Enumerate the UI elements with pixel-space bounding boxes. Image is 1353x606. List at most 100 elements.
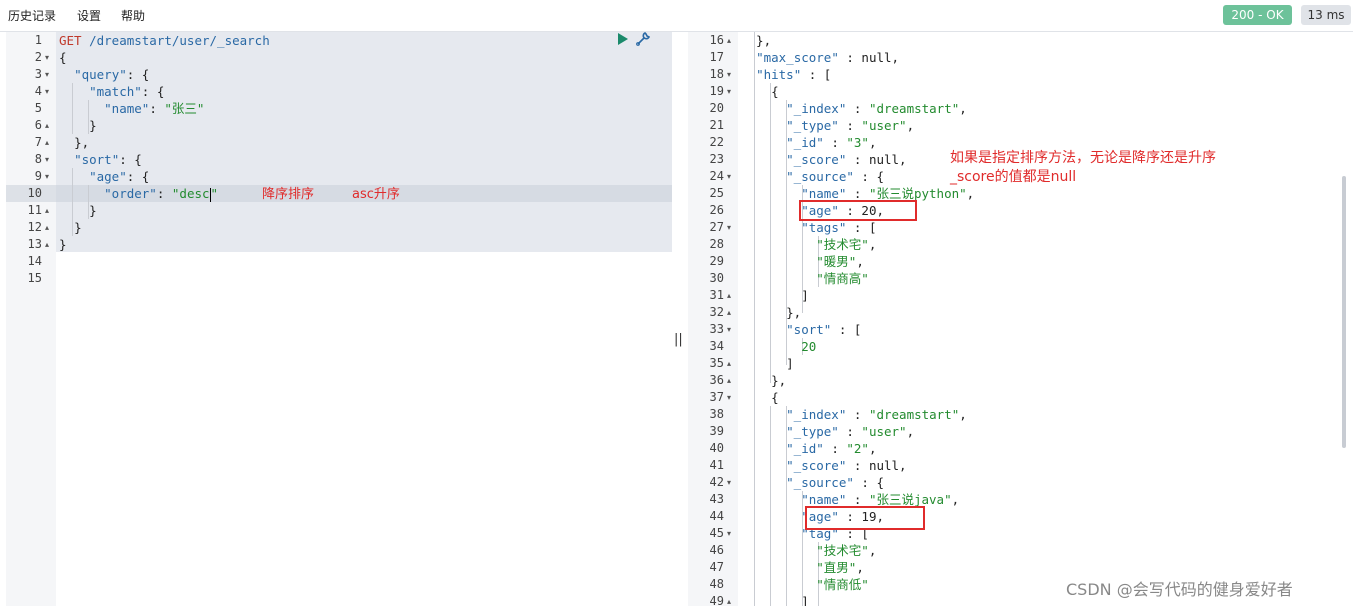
play-icon[interactable]: [617, 32, 629, 46]
line-number: 37: [709, 390, 724, 404]
fold-toggle-icon[interactable]: ▾: [45, 83, 55, 100]
request-line-13: }: [59, 236, 67, 253]
request-selection: [56, 32, 672, 252]
fold-toggle-icon[interactable]: ▴: [45, 219, 55, 236]
fold-toggle-icon: [727, 185, 737, 202]
fold-toggle-icon[interactable]: ▾: [45, 66, 55, 83]
status-badge: 200 - OK: [1223, 5, 1292, 25]
response-line: {: [741, 390, 779, 405]
fold-toggle-icon[interactable]: ▴: [727, 287, 737, 304]
line-number: 23: [709, 152, 724, 166]
line-number: 47: [709, 560, 724, 574]
asc-annotation: asc升序: [352, 187, 400, 202]
fold-toggle-icon: [727, 100, 737, 117]
close-comma: },: [74, 135, 90, 150]
fold-toggle-icon[interactable]: ▾: [727, 83, 737, 100]
line-number: 27: [709, 220, 724, 234]
line-number: 40: [709, 441, 724, 455]
fold-toggle-icon[interactable]: ▾: [727, 474, 737, 491]
fold-toggle-icon: [727, 134, 737, 151]
line-number: 43: [709, 492, 724, 506]
line-number: 1: [34, 33, 42, 47]
colon: :: [156, 186, 172, 201]
fold-toggle-icon[interactable]: ▴: [45, 236, 55, 253]
response-line: "技术宅",: [816, 543, 877, 558]
fold-toggle-icon[interactable]: ▾: [45, 49, 55, 66]
fold-toggle-icon[interactable]: ▾: [727, 66, 737, 83]
fold-toggle-icon: [45, 100, 55, 117]
menu-settings[interactable]: 设置: [77, 7, 101, 24]
response-scrollbar[interactable]: [1342, 176, 1346, 448]
fold-toggle-icon[interactable]: ▴: [727, 372, 737, 389]
response-line: },: [741, 33, 772, 48]
fold-toggle-icon[interactable]: ▴: [727, 304, 737, 321]
response-line: 20: [801, 339, 817, 354]
request-line-8: "sort": {: [59, 151, 142, 168]
line-number: 14: [27, 254, 42, 268]
line-number: 24: [709, 169, 724, 183]
line-number: 11: [27, 203, 42, 217]
request-gutter: 1 2 ▾ 3 ▾ 4 ▾ 5 6 ▴ 7 ▴ 8 ▾ 9 ▾ 10 11 ▴ 12 ▴ 13 ▴ 14 15: [6, 32, 56, 606]
fold-toggle-icon: [727, 117, 737, 134]
fold-toggle-icon: [727, 202, 737, 219]
wrench-icon[interactable]: [635, 31, 651, 47]
line-number: 44: [709, 509, 724, 523]
response-line: "_type" : "user",: [786, 424, 915, 439]
close: }: [74, 220, 82, 235]
fold-toggle-icon[interactable]: ▴: [727, 32, 737, 49]
pane-resize-handle[interactable]: ||: [674, 332, 684, 347]
fold-toggle-icon: [45, 253, 55, 270]
line-number: 45: [709, 526, 724, 540]
sort-key: "sort": [74, 152, 120, 167]
line-number: 31: [709, 288, 724, 302]
colon-brace: : {: [126, 67, 150, 82]
menu-history[interactable]: 历史记录: [8, 7, 56, 24]
line-number: 15: [27, 271, 42, 285]
response-line: ]: [741, 594, 809, 606]
fold-toggle-icon[interactable]: ▴: [45, 117, 55, 134]
request-code-area[interactable]: GET /dreamstart/user/_search { "query": …: [56, 32, 672, 606]
request-line-9: "age": {: [59, 168, 149, 185]
response-line: {: [741, 84, 779, 99]
line-number: 36: [709, 373, 724, 387]
fold-toggle-icon[interactable]: ▾: [727, 389, 737, 406]
fold-toggle-icon[interactable]: ▾: [45, 151, 55, 168]
line-number: 41: [709, 458, 724, 472]
fold-toggle-icon: [727, 406, 737, 423]
response-line: ]: [741, 356, 794, 371]
fold-toggle-icon[interactable]: ▾: [727, 321, 737, 338]
fold-toggle-icon[interactable]: ▴: [45, 134, 55, 151]
response-viewer[interactable]: 16 ▴ 17 18 ▾ 19 ▾ 20 21 22 23 24 ▾ 25 26 27 ▾ 28 29 30 31 ▴ 32…: [688, 32, 1348, 606]
fold-toggle-icon[interactable]: ▾: [45, 168, 55, 185]
response-line: "_id" : "2",: [786, 441, 877, 456]
brace-close: }: [59, 237, 67, 252]
fold-toggle-icon[interactable]: ▴: [45, 202, 55, 219]
response-line: "_id" : "3",: [786, 135, 877, 150]
fold-toggle-icon: [727, 423, 737, 440]
menu-help[interactable]: 帮助: [121, 7, 145, 24]
line-number: 9: [34, 169, 42, 183]
line-number: 18: [709, 67, 724, 81]
line-number: 6: [34, 118, 42, 132]
colon: :: [149, 101, 165, 116]
response-line: "情商低": [816, 577, 869, 592]
http-method: GET: [59, 33, 82, 48]
line-number: 3: [34, 67, 42, 81]
request-line-1: GET /dreamstart/user/_search: [59, 32, 270, 49]
match-key: "match": [89, 84, 142, 99]
watermark: CSDN @会写代码的健身爱好者: [1066, 580, 1293, 599]
fold-toggle-icon[interactable]: ▴: [727, 355, 737, 372]
score-annotation-1: 如果是指定排序方法，无论是降序还是升序: [950, 150, 1216, 166]
line-number: 19: [709, 84, 724, 98]
request-line-10: "order": "desc": [59, 185, 218, 202]
fold-toggle-icon[interactable]: ▾: [727, 525, 737, 542]
fold-toggle-icon[interactable]: ▾: [727, 168, 737, 185]
age-key: "age": [89, 169, 127, 184]
fold-toggle-icon: [45, 185, 55, 202]
age-highlight-box-1: [799, 200, 917, 221]
fold-toggle-icon[interactable]: ▾: [727, 219, 737, 236]
fold-toggle-icon: [727, 253, 737, 270]
response-line: "sort" : [: [786, 322, 862, 337]
fold-toggle-icon[interactable]: ▴: [727, 593, 737, 606]
request-editor[interactable]: 1 2 ▾ 3 ▾ 4 ▾ 5 6 ▴ 7 ▴ 8 ▾ 9 ▾ 10 11 ▴ 12 ▴ 13 ▴ 14 15 GET /dre…: [6, 32, 672, 606]
